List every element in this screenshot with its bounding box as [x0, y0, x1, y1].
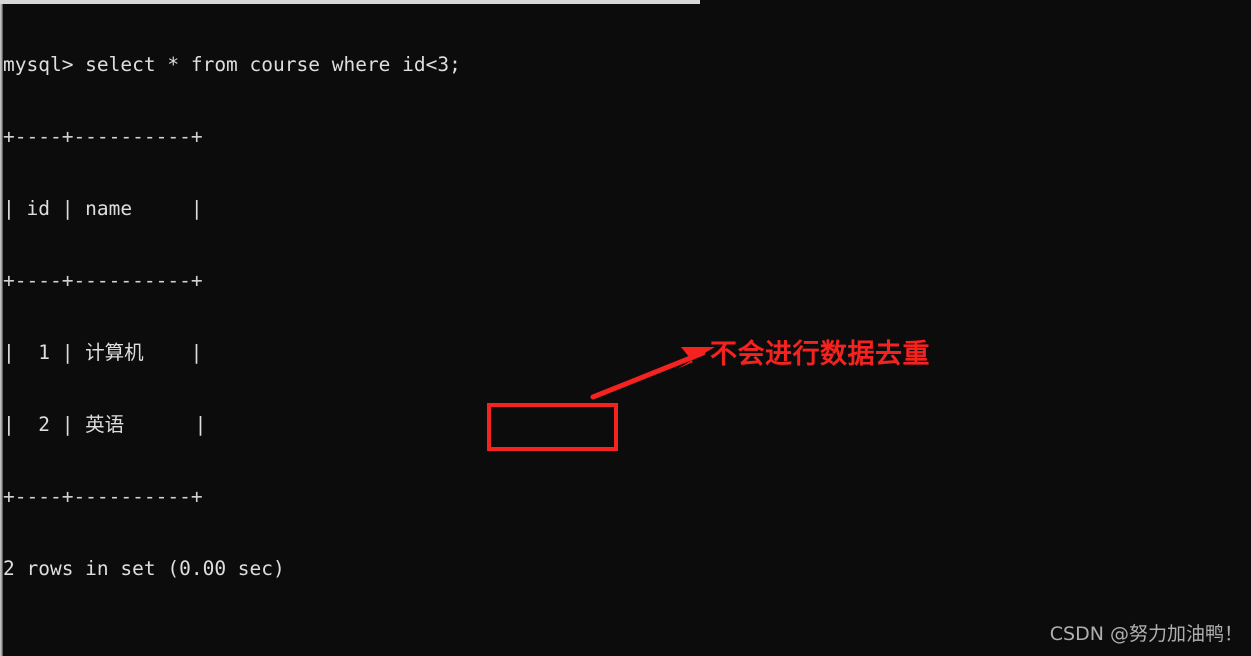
result-status: 2 rows in set (0.00 sec) — [3, 557, 285, 580]
table-row: | 2 | 英语 | — [3, 413, 207, 436]
csdn-watermark: CSDN @努力加油鸭！ — [1049, 623, 1243, 645]
terminal-line-header: | id | name | — [3, 197, 203, 220]
terminal-screen: mysql> select * from course where id<3; … — [0, 0, 1251, 656]
annotation-note: 不会进行数据去重 — [710, 339, 930, 370]
terminal-line-rule: +----+----------+ — [3, 269, 203, 292]
terminal-line-rule: +----+----------+ — [3, 125, 203, 148]
terminal-line-prompt-1: mysql> select * from course where id<3; — [3, 53, 461, 76]
window-top-border — [0, 0, 700, 4]
table-row: | 1 | 计算机 | — [3, 341, 203, 364]
terminal-output[interactable]: mysql> select * from course where id<3; … — [3, 5, 1251, 656]
terminal-line-rule: +----+----------+ — [3, 485, 203, 508]
